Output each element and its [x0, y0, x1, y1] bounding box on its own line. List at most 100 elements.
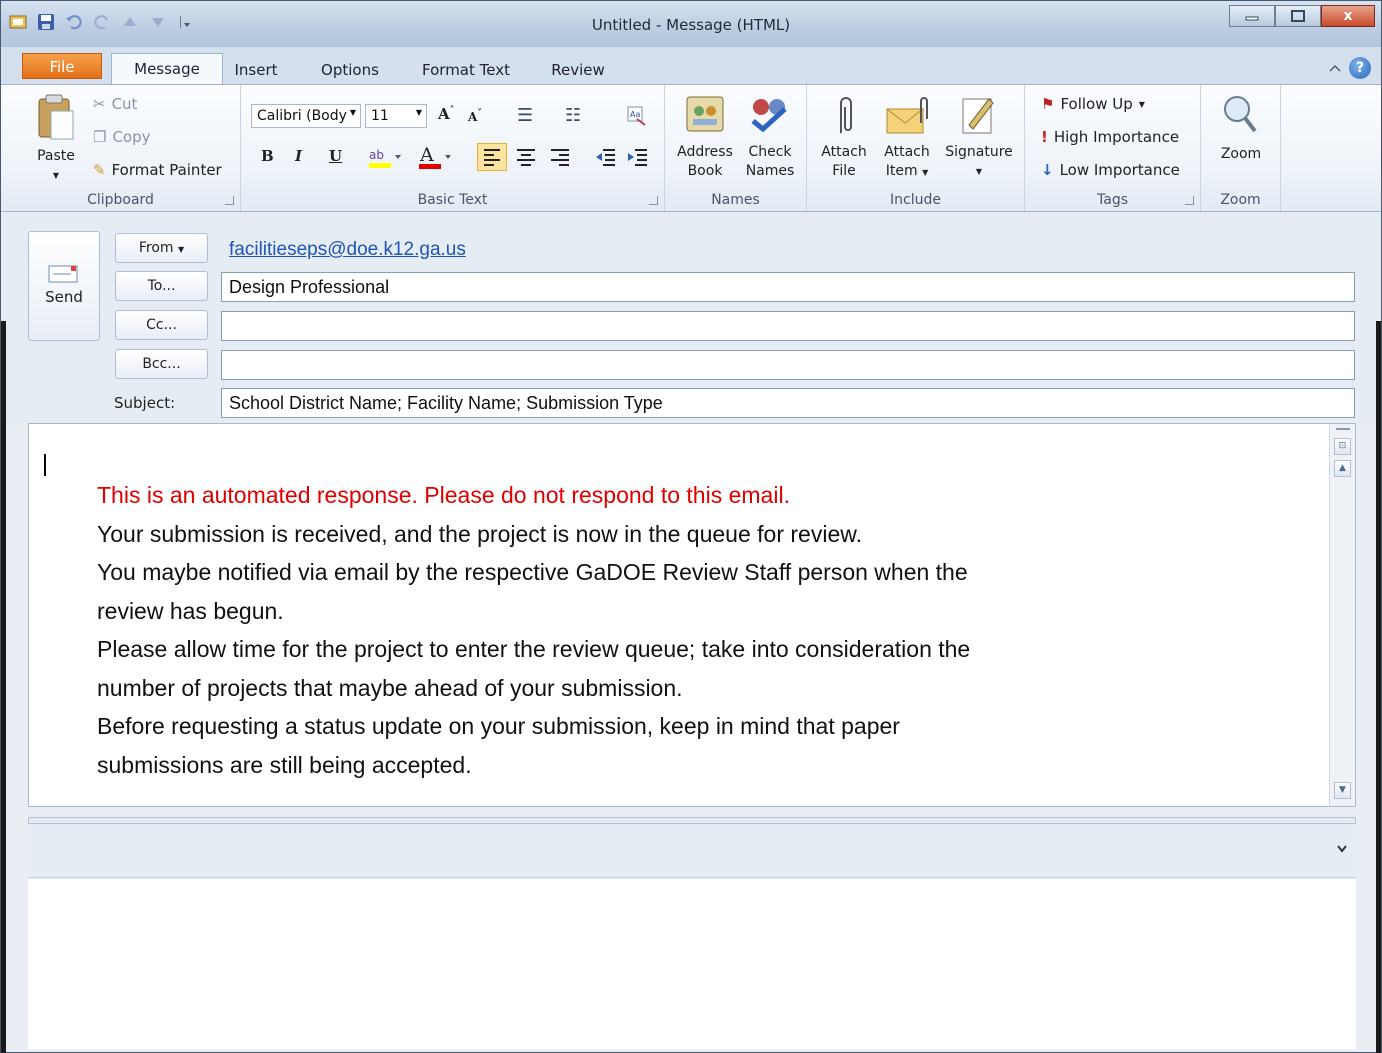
paintbrush-icon: ✎ [93, 161, 106, 179]
include-group-label: Include [890, 192, 941, 208]
basic-text-group-label: Basic Text [417, 192, 488, 208]
people-pane [28, 879, 1356, 1049]
body-line: number of projects that maybe ahead of y… [97, 674, 683, 701]
attach-file-label-1: Attach [821, 144, 867, 160]
decrease-indent-icon [596, 149, 615, 166]
styles-icon[interactable]: Aa [625, 105, 647, 127]
message-body[interactable]: This is an automated response. Please do… [28, 423, 1356, 807]
check-names-label-2: Names [745, 163, 795, 179]
bold-button[interactable]: B [261, 147, 274, 165]
maximize-button[interactable] [1275, 5, 1321, 27]
ruler-toggle-icon[interactable]: ⊡ [1334, 438, 1351, 455]
low-importance-button[interactable]: ↓ Low Importance [1041, 161, 1180, 179]
increase-indent-button[interactable] [625, 144, 651, 174]
cut-label: Cut [111, 95, 138, 113]
message-text[interactable]: This is an automated response. Please do… [97, 476, 1197, 784]
italic-button[interactable]: I [295, 147, 302, 165]
decrease-indent-button[interactable] [593, 144, 619, 174]
paste-dropdown-icon[interactable]: ▼ [31, 166, 81, 185]
signature-button[interactable]: Signature ▼ [939, 93, 1019, 181]
body-line: review has begun. [97, 597, 284, 624]
expand-people-pane-icon[interactable] [1336, 842, 1348, 858]
attach-item-button[interactable]: Attach Item ▼ [877, 93, 937, 182]
signature-label: Signature [945, 144, 1013, 160]
tags-dialog-launcher-icon[interactable] [1185, 196, 1194, 205]
bcc-button[interactable]: Bcc... [115, 349, 208, 379]
window-edge-left [1, 321, 6, 1053]
send-icon [48, 265, 78, 283]
ribbon: Paste ▼ ✂ Cut ❐ Copy ✎ Format Painter Clipb… [1, 84, 1381, 212]
chevron-down-icon[interactable]: ▼ [416, 108, 422, 117]
high-importance-button[interactable]: ! High Importance [1041, 128, 1179, 146]
tab-message[interactable]: Message [111, 53, 223, 85]
font-name-combo[interactable]: Calibri (Body ▼ [251, 104, 361, 128]
zoom-button[interactable]: Zoom [1211, 91, 1271, 164]
vertical-scrollbar[interactable]: ⊡ ▲ ▼ [1329, 424, 1355, 806]
tab-format-text[interactable]: Format Text [419, 55, 513, 85]
attach-item-icon [886, 97, 928, 134]
scroll-up-icon[interactable]: ▲ [1334, 460, 1351, 477]
paperclip-icon [840, 97, 852, 133]
subject-field[interactable]: School District Name; Facility Name; Sub… [221, 388, 1355, 418]
low-importance-label: Low Importance [1059, 161, 1180, 179]
paste-button[interactable]: Paste ▼ [31, 93, 81, 185]
address-book-label-1: Address [677, 144, 733, 160]
signature-dropdown-icon[interactable]: ▼ [939, 162, 1019, 181]
cc-button[interactable]: Cc... [115, 310, 208, 340]
minimize-button[interactable] [1229, 5, 1275, 27]
cut-button[interactable]: ✂ Cut [93, 95, 137, 113]
numbering-icon[interactable]: ☷ [565, 105, 581, 126]
underline-button[interactable]: U [329, 147, 342, 165]
tab-file[interactable]: File [22, 53, 102, 79]
signature-icon [962, 98, 994, 134]
address-book-button[interactable]: Address Book [673, 93, 737, 181]
send-label: Send [45, 288, 83, 306]
tab-options[interactable]: Options [317, 55, 383, 85]
split-handle[interactable] [1336, 428, 1350, 430]
attach-item-label-1: Attach [884, 144, 930, 160]
chevron-down-icon[interactable]: ▼ [350, 108, 356, 117]
tab-insert[interactable]: Insert [231, 55, 281, 85]
tab-review[interactable]: Review [547, 55, 609, 85]
basic-text-group: Calibri (Body ▼ 11 ▼ A˄ A˅ ☰ ☷ Aa B I U ab… [241, 85, 665, 211]
svg-text:A: A [419, 144, 434, 166]
basic-text-dialog-launcher-icon[interactable] [649, 196, 658, 205]
align-right-button[interactable] [547, 144, 573, 174]
cc-field[interactable] [221, 311, 1355, 341]
check-names-icon [751, 99, 787, 133]
minimize-ribbon-icon[interactable] [1329, 63, 1341, 73]
to-button[interactable]: To... [115, 271, 208, 301]
help-icon[interactable]: ? [1349, 57, 1371, 79]
check-names-button[interactable]: Check Names [739, 93, 801, 181]
text-cursor [44, 454, 46, 476]
follow-up-label: Follow Up [1060, 95, 1133, 113]
scroll-down-icon[interactable]: ▼ [1334, 782, 1351, 799]
from-button[interactable]: From ▼ [115, 233, 208, 263]
align-left-button[interactable] [477, 143, 507, 171]
font-size-combo[interactable]: 11 ▼ [365, 104, 427, 128]
zoom-group-label: Zoom [1220, 192, 1261, 208]
to-field[interactable]: Design Professional [221, 272, 1355, 302]
attach-file-button[interactable]: Attach File [815, 93, 873, 181]
from-address-link[interactable]: facilitieseps@doe.k12.ga.us [229, 239, 466, 261]
bcc-field[interactable] [221, 350, 1355, 380]
window-controls: x [1229, 5, 1375, 27]
align-center-button[interactable] [513, 144, 539, 174]
highlight-color-button[interactable]: ab [367, 145, 403, 171]
copy-button[interactable]: ❐ Copy [93, 128, 151, 146]
scissors-icon: ✂ [93, 95, 106, 113]
font-color-button[interactable]: A [417, 143, 453, 171]
flag-icon: ⚑ [1041, 95, 1055, 113]
grow-font-button[interactable]: A˄ [438, 105, 454, 123]
close-button[interactable]: x [1321, 5, 1375, 27]
follow-up-button[interactable]: ⚑ Follow Up ▼ [1041, 95, 1145, 113]
send-button[interactable]: Send [28, 231, 100, 341]
format-painter-button[interactable]: ✎ Format Painter [93, 161, 222, 179]
clipboard-dialog-launcher-icon[interactable] [225, 196, 234, 205]
svg-text:ab: ab [369, 148, 384, 162]
pane-splitter[interactable] [28, 817, 1356, 824]
font-size-value: 11 [371, 108, 389, 124]
names-group-label: Names [711, 192, 760, 208]
shrink-font-button[interactable]: A˅ [468, 109, 482, 124]
bullets-icon[interactable]: ☰ [517, 105, 533, 126]
